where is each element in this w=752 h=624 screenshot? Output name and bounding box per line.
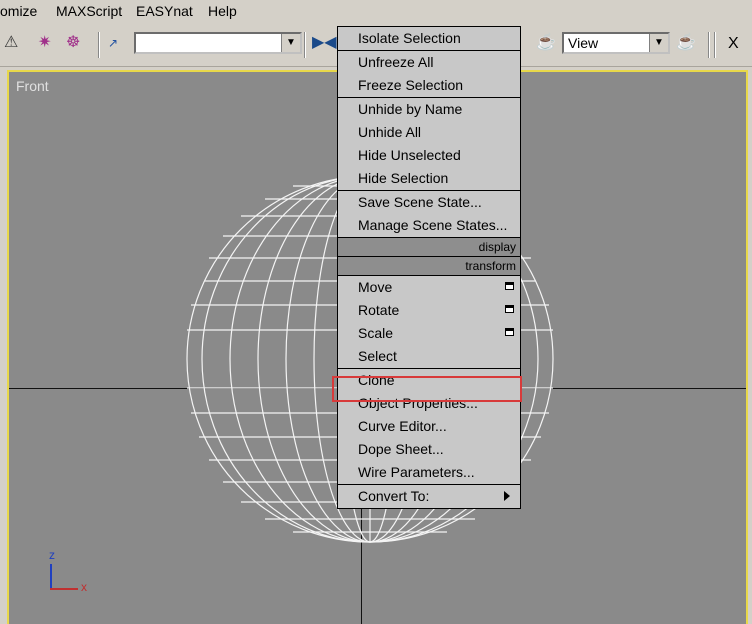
view-combo[interactable]: View ▼ bbox=[562, 32, 670, 54]
menu-item-rotate[interactable]: Rotate bbox=[338, 299, 520, 322]
menu-help[interactable]: Help bbox=[208, 3, 237, 19]
settings-box-icon[interactable] bbox=[505, 282, 514, 290]
gizmo-z-axis bbox=[50, 564, 52, 590]
menu-item-unhide-by-name[interactable]: Unhide by Name bbox=[338, 98, 520, 121]
axis-gizmo: z x bbox=[39, 548, 99, 598]
menu-item-unfreeze-all[interactable]: Unfreeze All bbox=[338, 51, 520, 74]
menu-item-object-properties[interactable]: Object Properties... bbox=[338, 392, 520, 415]
menu-item-label: Rotate bbox=[358, 302, 400, 318]
toolbar-separator bbox=[98, 32, 100, 58]
chevron-down-icon[interactable]: ▼ bbox=[649, 34, 668, 52]
menu-item-wire-parameters[interactable]: Wire Parameters... bbox=[338, 461, 520, 484]
mirror-snap-icon[interactable]: ⚠ bbox=[4, 34, 18, 52]
menu-maxscript[interactable]: MAXScript bbox=[56, 3, 122, 19]
gizmo-x-label: x bbox=[81, 580, 87, 594]
toolbar-separator bbox=[708, 32, 710, 58]
edit-named-selection-icon[interactable]: ↗ bbox=[108, 34, 118, 52]
menu-item-dope-sheet[interactable]: Dope Sheet... bbox=[338, 438, 520, 461]
menu-item-freeze-selection[interactable]: Freeze Selection bbox=[338, 74, 520, 97]
menu-item-label: Move bbox=[358, 279, 393, 295]
menu-item-select[interactable]: Select bbox=[338, 345, 520, 368]
settings-box-icon[interactable] bbox=[505, 328, 514, 336]
quad-context-menu: Isolate Selection Unfreeze All Freeze Se… bbox=[337, 26, 521, 509]
toolbar-separator bbox=[714, 32, 716, 58]
menu-customize[interactable]: omize bbox=[0, 3, 37, 19]
close-icon[interactable]: X bbox=[728, 35, 739, 53]
quad-header-display: display bbox=[338, 237, 520, 257]
menu-bar: omize MAXScript EASYnat Help bbox=[0, 0, 752, 22]
named-selection-set-combo[interactable]: ▼ bbox=[134, 32, 302, 54]
menu-item-curve-editor[interactable]: Curve Editor... bbox=[338, 415, 520, 438]
chevron-down-icon[interactable]: ▼ bbox=[281, 34, 300, 52]
mirror-icon[interactable]: ▶◀ bbox=[312, 34, 337, 52]
menu-item-label: Scale bbox=[358, 325, 394, 341]
menu-item-save-scene-state[interactable]: Save Scene State... bbox=[338, 191, 520, 214]
menu-item-hide-unselected[interactable]: Hide Unselected bbox=[338, 144, 520, 167]
menu-item-isolate-selection[interactable]: Isolate Selection bbox=[338, 27, 520, 50]
percent-snap-icon[interactable]: ✷ bbox=[38, 34, 51, 52]
menu-item-label: Convert To: bbox=[358, 488, 430, 504]
spinner-snap-icon[interactable]: ☸ bbox=[66, 34, 80, 52]
submenu-arrow-icon bbox=[504, 491, 510, 501]
settings-box-icon[interactable] bbox=[505, 305, 514, 313]
menu-item-convert-to[interactable]: Convert To: bbox=[338, 485, 520, 508]
menu-item-unhide-all[interactable]: Unhide All bbox=[338, 121, 520, 144]
menu-item-clone[interactable]: Clone bbox=[338, 369, 520, 392]
quad-header-transform: transform bbox=[338, 257, 520, 276]
render-teapot-icon[interactable]: ☕ bbox=[676, 34, 696, 52]
menu-item-hide-selection[interactable]: Hide Selection bbox=[338, 167, 520, 190]
toolbar-separator bbox=[304, 32, 306, 58]
menu-easynat[interactable]: EASYnat bbox=[136, 3, 193, 19]
view-combo-value: View bbox=[568, 35, 599, 51]
gizmo-x-axis bbox=[50, 588, 78, 590]
menu-item-manage-scene-states[interactable]: Manage Scene States... bbox=[338, 214, 520, 237]
menu-item-scale[interactable]: Scale bbox=[338, 322, 520, 345]
teapot-icon[interactable]: ☕ bbox=[536, 34, 556, 52]
gizmo-z-label: z bbox=[49, 548, 55, 562]
menu-item-move[interactable]: Move bbox=[338, 276, 520, 299]
